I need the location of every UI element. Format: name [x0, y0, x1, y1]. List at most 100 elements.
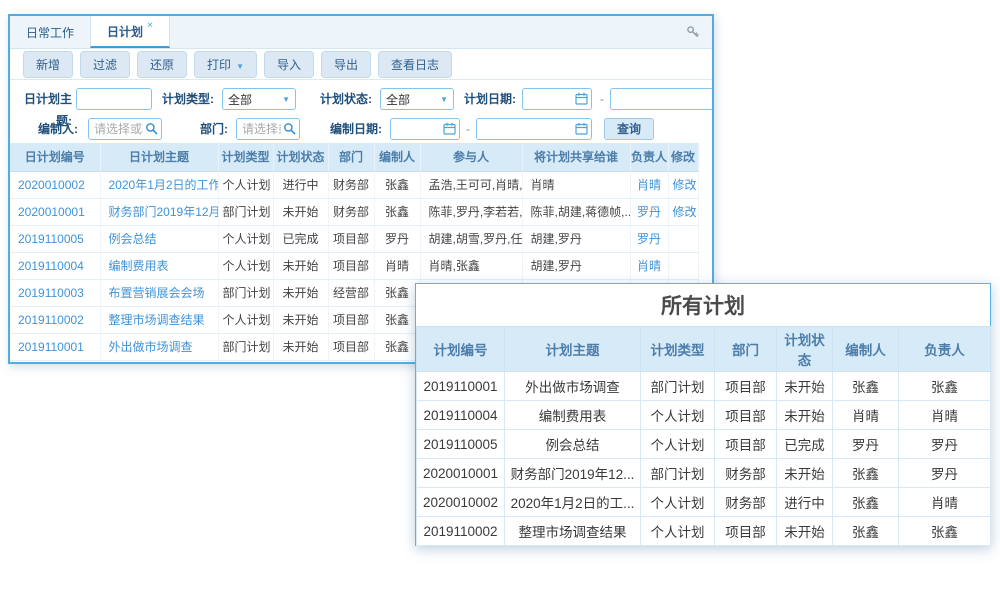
plan-subject: 2020年1月2日的工... [505, 488, 641, 517]
query-button[interactable]: 查询 [604, 118, 654, 140]
col-header: 计划类型 [641, 327, 715, 372]
plan-id-link[interactable]: 2019110002 [18, 313, 84, 327]
plan-subject-link[interactable]: 外出做市场调查 [109, 340, 193, 354]
plan-participants: 陈菲,罗丹,李若若,罗... [420, 198, 522, 225]
col-header[interactable]: 修改 [668, 143, 698, 171]
plan-dept: 项目部 [328, 333, 374, 360]
plan-type: 个人计划 [218, 171, 273, 198]
modify-link[interactable]: 修改 [673, 205, 697, 219]
view-log-button[interactable]: 查看日志 [378, 51, 452, 78]
plan-type: 个人计划 [641, 401, 715, 430]
restore-button[interactable]: 还原 [137, 51, 187, 78]
plan-subject-link[interactable]: 编制费用表 [109, 259, 169, 273]
all-plans-table: 计划编号 计划主题 计划类型 部门 计划状态 编制人 负责人 201911000… [416, 326, 991, 546]
plan-dept: 项目部 [715, 430, 777, 459]
table-row[interactable]: 2019110004 编制费用表 个人计划 未开始 项目部 肖晴 肖晴,张鑫 胡… [10, 252, 698, 279]
col-header[interactable]: 计划状态 [273, 143, 328, 171]
plan-subject: 财务部门2019年12... [505, 459, 641, 488]
plan-dept: 经营部 [328, 279, 374, 306]
plan-id-link[interactable]: 2019110004 [18, 259, 84, 273]
new-button[interactable]: 新增 [23, 51, 73, 78]
plan-id-link[interactable]: 2019110005 [18, 232, 84, 246]
export-button[interactable]: 导出 [321, 51, 371, 78]
close-icon[interactable]: × [147, 20, 153, 31]
col-header[interactable]: 日计划主题 [100, 143, 218, 171]
plan-status-filter-label: 计划状态: [310, 88, 372, 110]
plan-subject-link[interactable]: 财务部门2019年12月的... [109, 205, 219, 219]
plan-subject: 例会总结 [505, 430, 641, 459]
plan-participants: 胡建,胡雪,罗丹,任晓... [420, 225, 522, 252]
plan-status: 未开始 [777, 372, 833, 401]
plan-type-select[interactable]: 全部 ▼ [222, 88, 296, 110]
plan-status: 未开始 [273, 279, 328, 306]
table-row: 2019110002 整理市场调查结果 个人计划 项目部 未开始 张鑫 张鑫 [417, 517, 991, 546]
plan-status: 已完成 [777, 430, 833, 459]
date-range-separator: - [466, 118, 470, 140]
plan-id-link[interactable]: 2020010002 [18, 178, 85, 192]
import-button[interactable]: 导入 [264, 51, 314, 78]
plan-owner-link[interactable]: 肖晴 [637, 178, 661, 192]
plan-status-select[interactable]: 全部 ▼ [380, 88, 454, 110]
plan-owner-link[interactable]: 罗丹 [637, 205, 661, 219]
filter-button[interactable]: 过滤 [80, 51, 130, 78]
table-row: 2020010001 财务部门2019年12... 部门计划 财务部 未开始 张… [417, 459, 991, 488]
col-header[interactable]: 参与人 [420, 143, 522, 171]
plan-dept: 财务部 [715, 459, 777, 488]
plan-dept: 项目部 [715, 517, 777, 546]
plan-share: 胡建,罗丹 [522, 252, 630, 279]
toolbar: 新增 过滤 还原 打印▼ 导入 导出 查看日志 [10, 49, 712, 80]
subject-filter-input[interactable] [76, 88, 152, 110]
key-icon[interactable] [686, 25, 700, 39]
plan-subject-link[interactable]: 布置营销展会会场 [109, 286, 205, 300]
col-header: 负责人 [899, 327, 991, 372]
plan-share: 肖晴 [522, 171, 630, 198]
calendar-icon[interactable] [443, 122, 456, 135]
modify-link[interactable]: 修改 [673, 178, 697, 192]
col-header[interactable]: 编制人 [374, 143, 420, 171]
plan-id: 2019110002 [417, 517, 505, 546]
tab-daily-plan[interactable]: 日计划 × [90, 16, 170, 48]
col-header[interactable]: 日计划编号 [10, 143, 100, 171]
plan-share: 胡建,罗丹 [522, 225, 630, 252]
plan-id-link[interactable]: 2020010001 [18, 205, 85, 219]
plan-author: 罗丹 [833, 430, 899, 459]
col-header[interactable]: 部门 [328, 143, 374, 171]
col-header[interactable]: 计划类型 [218, 143, 273, 171]
col-header[interactable]: 将计划共享给谁 [522, 143, 630, 171]
plan-author: 罗丹 [374, 225, 420, 252]
plan-author: 肖晴 [833, 401, 899, 430]
plan-dept: 财务部 [328, 171, 374, 198]
table-row[interactable]: 2019110005 例会总结 个人计划 已完成 项目部 罗丹 胡建,胡雪,罗丹… [10, 225, 698, 252]
table-row[interactable]: 2020010002 2020年1月2日的工作日... 个人计划 进行中 财务部… [10, 171, 698, 198]
tab-daily-work[interactable]: 日常工作 [10, 16, 90, 48]
plan-date-to-input[interactable] [610, 88, 714, 110]
plan-subject-link[interactable]: 2020年1月2日的工作日... [109, 178, 219, 192]
plan-subject: 整理市场调查结果 [505, 517, 641, 546]
plan-author: 张鑫 [374, 279, 420, 306]
print-button[interactable]: 打印▼ [194, 51, 257, 78]
table-row: 2019110004 编制费用表 个人计划 项目部 未开始 肖晴 肖晴 [417, 401, 991, 430]
plan-owner: 罗丹 [899, 459, 991, 488]
plan-owner: 罗丹 [899, 430, 991, 459]
plan-status: 未开始 [777, 401, 833, 430]
col-header: 计划状态 [777, 327, 833, 372]
search-icon[interactable] [145, 122, 158, 135]
search-icon[interactable] [283, 122, 296, 135]
table-header-row: 计划编号 计划主题 计划类型 部门 计划状态 编制人 负责人 [417, 327, 991, 372]
col-header[interactable]: 负责人 [630, 143, 668, 171]
plan-author: 张鑫 [374, 333, 420, 360]
plan-type: 个人计划 [218, 225, 273, 252]
calendar-icon[interactable] [575, 92, 588, 105]
calendar-icon[interactable] [575, 122, 588, 135]
plan-id-link[interactable]: 2019110003 [18, 286, 84, 300]
plan-owner: 张鑫 [899, 372, 991, 401]
plan-author: 张鑫 [833, 372, 899, 401]
plan-type: 部门计划 [218, 333, 273, 360]
plan-id-link[interactable]: 2019110001 [18, 340, 84, 354]
plan-owner-link[interactable]: 肖晴 [637, 259, 661, 273]
plan-subject-link[interactable]: 整理市场调查结果 [109, 313, 205, 327]
table-row[interactable]: 2020010001 财务部门2019年12月的... 部门计划 未开始 财务部… [10, 198, 698, 225]
plan-owner-link[interactable]: 罗丹 [637, 232, 661, 246]
plan-subject-link[interactable]: 例会总结 [109, 232, 157, 246]
plan-owner: 肖晴 [899, 401, 991, 430]
